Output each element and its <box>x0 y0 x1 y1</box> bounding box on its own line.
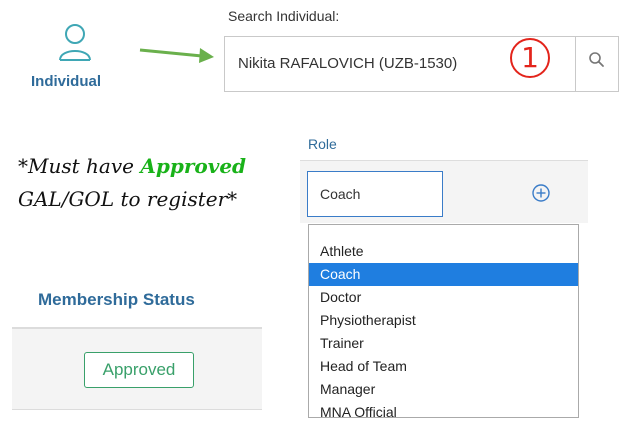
approval-note: *Must have Approved GAL/GOL to register* <box>18 150 288 216</box>
step-1-marker: 1 <box>510 38 550 78</box>
role-option-head-of-team[interactable]: Head of Team <box>309 355 578 378</box>
search-label: Search Individual: <box>228 8 340 24</box>
note-highlight: Approved <box>140 154 247 178</box>
role-dropdown[interactable]: Athlete Coach Doctor Physiotherapist Tra… <box>308 224 579 420</box>
person-icon <box>59 24 91 61</box>
note-line2: GAL/GOL to register* <box>18 187 238 211</box>
role-label: Role <box>308 136 337 152</box>
role-option-mna-official[interactable]: MNA Official <box>309 401 578 424</box>
role-option-trainer[interactable]: Trainer <box>309 332 578 355</box>
role-option-doctor[interactable]: Doctor <box>309 286 578 309</box>
arrow-icon <box>139 48 214 63</box>
search-divider <box>575 36 576 92</box>
membership-status-title: Membership Status <box>38 290 195 309</box>
role-option-athlete[interactable]: Athlete <box>309 240 578 263</box>
role-option-coach[interactable]: Coach <box>309 263 578 286</box>
role-option-physiotherapist[interactable]: Physiotherapist <box>309 309 578 332</box>
status-badge: Approved <box>84 352 194 388</box>
note-prefix: *Must have <box>18 154 141 178</box>
search-icon[interactable] <box>587 50 607 70</box>
role-select-value[interactable]: Coach <box>320 186 360 202</box>
plus-circle-icon[interactable] <box>531 183 551 203</box>
role-option-manager[interactable]: Manager <box>309 378 578 401</box>
individual-label[interactable]: Individual <box>31 73 101 90</box>
membership-bottom-divider <box>12 409 262 410</box>
search-input-value[interactable]: Nikita RAFALOVICH (UZB-1530) <box>238 55 457 72</box>
